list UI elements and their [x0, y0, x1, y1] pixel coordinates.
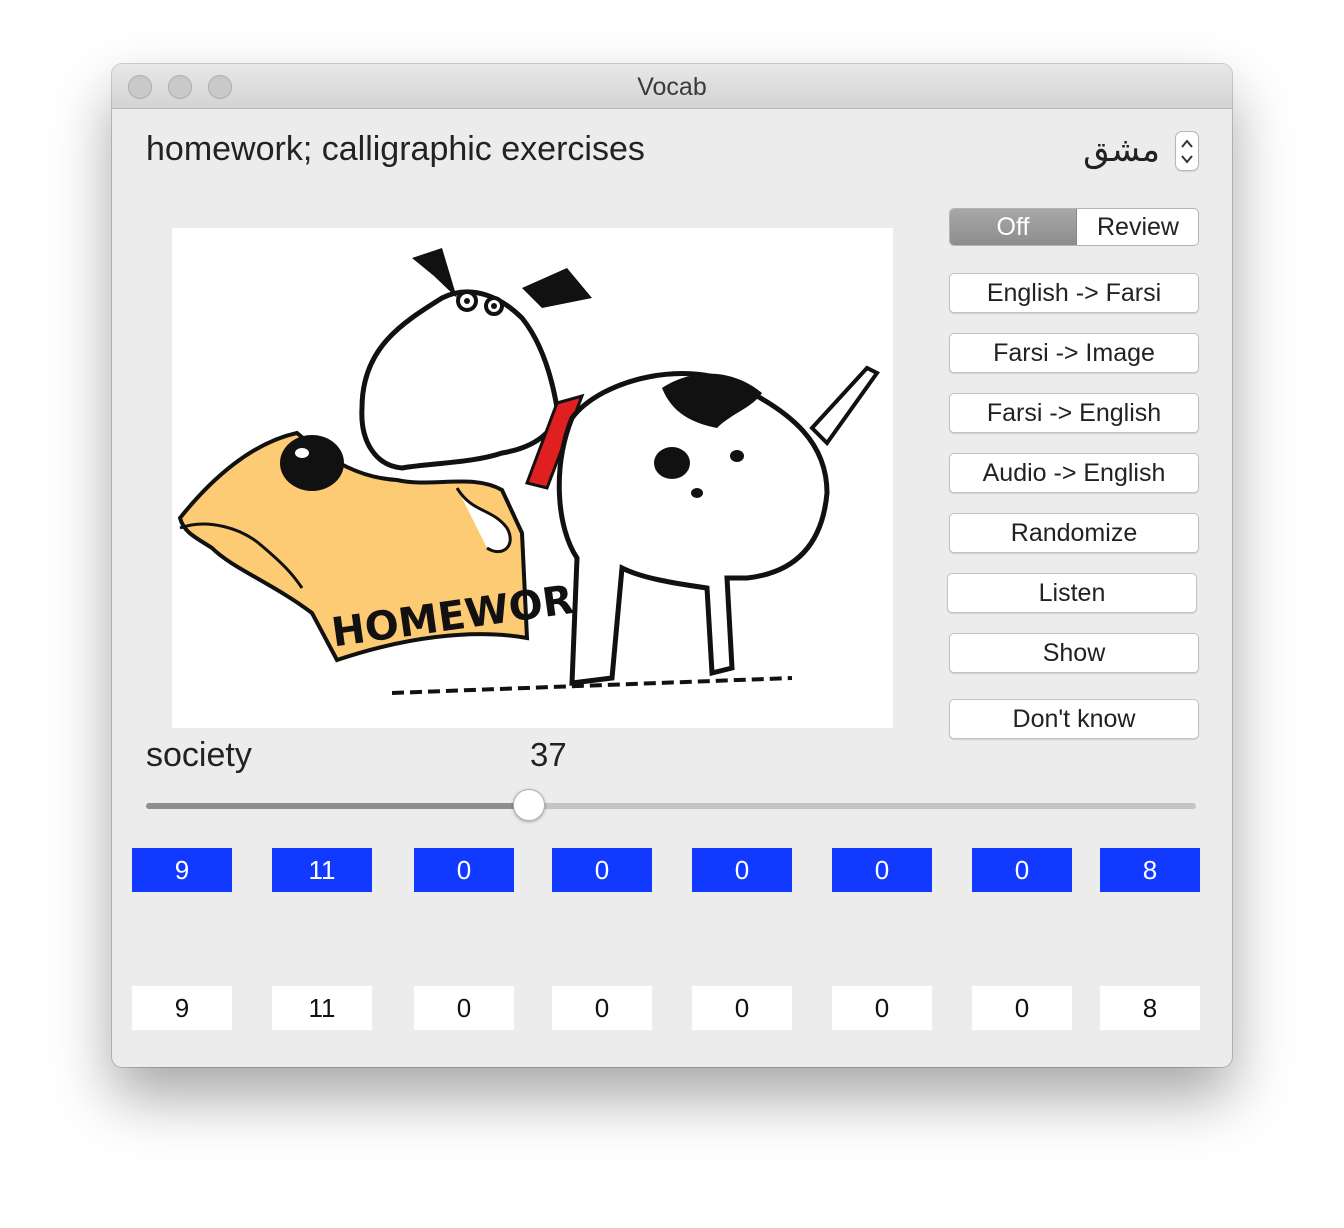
counter-top-2: 0 — [414, 848, 514, 892]
counter-top-1: 11 — [272, 848, 372, 892]
chevron-down-icon[interactable] — [1181, 154, 1193, 164]
english-to-farsi-button[interactable]: English -> Farsi — [949, 273, 1199, 313]
counter-bottom-6: 0 — [972, 986, 1072, 1030]
counter-top-3: 0 — [552, 848, 652, 892]
chevron-up-icon[interactable] — [1181, 139, 1193, 149]
counter-top-0: 9 — [132, 848, 232, 892]
listen-button[interactable]: Listen — [947, 573, 1197, 613]
segment-review[interactable]: Review — [1077, 209, 1198, 245]
counter-top-6: 0 — [972, 848, 1072, 892]
farsi-to-image-button[interactable]: Farsi -> Image — [949, 333, 1199, 373]
counter-bottom-1: 11 — [272, 986, 372, 1030]
title-bar: Vocab — [112, 64, 1232, 109]
counter-top-4: 0 — [692, 848, 792, 892]
word-slider-fill — [146, 803, 530, 809]
word-count: 37 — [530, 736, 567, 773]
farsi-word: مشق — [1083, 130, 1160, 170]
word-slider-track[interactable] — [146, 803, 1196, 809]
dont-know-button[interactable]: Don't know — [949, 699, 1199, 739]
counter-bottom-2: 0 — [414, 986, 514, 1030]
vocab-window: Vocab homework; calligraphic exercises م… — [112, 64, 1232, 1067]
word-illustration: HOMEWORK — [172, 228, 893, 728]
segment-off[interactable]: Off — [950, 209, 1077, 245]
counter-bottom-4: 0 — [692, 986, 792, 1030]
english-meaning: homework; calligraphic exercises — [146, 130, 645, 168]
audio-to-english-button[interactable]: Audio -> English — [949, 453, 1199, 493]
counter-bottom-3: 0 — [552, 986, 652, 1030]
review-mode-segmented-control[interactable]: Off Review — [949, 208, 1199, 246]
counter-bottom-7: 8 — [1100, 986, 1200, 1030]
word-stepper[interactable] — [1175, 131, 1199, 171]
randomize-button[interactable]: Randomize — [949, 513, 1199, 553]
counter-bottom-5: 0 — [832, 986, 932, 1030]
category-label: society — [146, 736, 252, 774]
show-button[interactable]: Show — [949, 633, 1199, 673]
counter-top-7: 8 — [1100, 848, 1200, 892]
counter-top-5: 0 — [832, 848, 932, 892]
word-slider-knob[interactable] — [513, 789, 546, 821]
farsi-to-english-button[interactable]: Farsi -> English — [949, 393, 1199, 433]
window-title: Vocab — [637, 73, 707, 101]
counter-bottom-0: 9 — [132, 986, 232, 1030]
